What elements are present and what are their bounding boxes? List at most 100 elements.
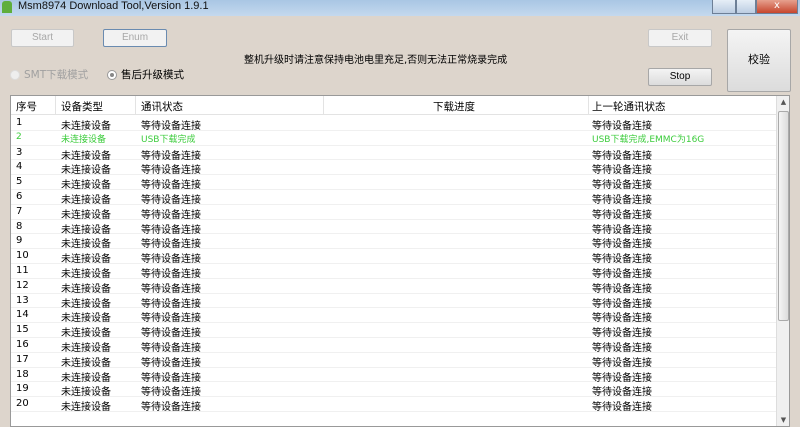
smt-mode-radio[interactable]: SMT下载模式 xyxy=(10,67,88,82)
table-row[interactable]: 18 未连接设备 等待设备连接 等待设备连接 xyxy=(11,368,777,384)
header-device-type[interactable]: 设备类型 xyxy=(61,99,103,114)
cell-last-status: 等待设备连接 xyxy=(592,150,652,162)
cell-comm-status: 等待设备连接 xyxy=(141,269,201,280)
cell-index: 1 xyxy=(16,117,23,128)
table-row[interactable]: 16 未连接设备 等待设备连接 等待设备连接 xyxy=(11,338,777,354)
cell-last-status: 等待设备连接 xyxy=(592,165,652,177)
cell-index: 13 xyxy=(16,294,29,306)
cell-comm-status: 等待设备连接 xyxy=(141,313,201,325)
table-row[interactable]: 17 未连接设备 等待设备连接 等待设备连接 xyxy=(11,353,777,369)
app-icon xyxy=(2,1,12,13)
smt-mode-label: SMT下载模式 xyxy=(24,69,89,81)
radio-selected-icon xyxy=(107,69,117,80)
table-row[interactable]: 15 未连接设备 等待设备连接 等待设备连接 xyxy=(11,323,777,340)
header-index[interactable]: 序号 xyxy=(16,99,37,114)
table-header: 序号 设备类型 通讯状态 下载进度 上一轮通讯状态 xyxy=(11,96,777,115)
header-last-status[interactable]: 上一轮通讯状态 xyxy=(592,99,666,114)
cell-index: 6 xyxy=(16,191,23,202)
table-row[interactable]: 2 未连接设备 USB下载完成 USB下载完成,EMMC为16G xyxy=(11,131,777,146)
table-row[interactable]: 1 未连接设备 等待设备连接 等待设备连接 xyxy=(11,116,777,132)
cell-comm-status: 等待设备连接 xyxy=(141,254,201,266)
cell-last-status: 等待设备连接 xyxy=(592,298,652,310)
table-row[interactable]: 11 未连接设备 等待设备连接 等待设备连接 xyxy=(11,264,777,280)
minimize-button[interactable] xyxy=(712,0,736,14)
cell-device-type: 未连接设备 xyxy=(61,372,111,384)
cell-device-type: 未连接设备 xyxy=(61,165,111,177)
window-title: Msm8974 Download Tool,Version 1.9.1 xyxy=(18,0,209,12)
cell-comm-status: 等待设备连接 xyxy=(141,195,201,206)
table-row[interactable]: 12 未连接设备 等待设备连接 等待设备连接 xyxy=(11,279,777,295)
cell-device-type: 未连接设备 xyxy=(61,298,111,310)
cell-comm-status: 等待设备连接 xyxy=(141,209,201,221)
aftersale-mode-radio[interactable]: 售后升级模式 xyxy=(107,67,184,82)
table-row[interactable]: 14 未连接设备 等待设备连接 等待设备连接 xyxy=(11,308,777,325)
cell-last-status: 等待设备连接 xyxy=(592,357,652,369)
cell-last-status: 等待设备连接 xyxy=(592,209,652,221)
stop-button[interactable]: Stop xyxy=(648,68,712,86)
cell-last-status: 等待设备连接 xyxy=(592,372,652,384)
cell-comm-status: 等待设备连接 xyxy=(141,402,201,414)
cell-comm-status: 等待设备连接 xyxy=(141,150,201,162)
cell-comm-status: 等待设备连接 xyxy=(141,372,201,384)
cell-device-type: 未连接设备 xyxy=(61,121,111,132)
cell-last-status: 等待设备连接 xyxy=(592,121,652,132)
table-row[interactable]: 10 未连接设备 等待设备连接 等待设备连接 xyxy=(11,249,777,266)
cell-index: 9 xyxy=(16,235,23,247)
cell-index: 2 xyxy=(16,131,22,142)
cell-device-type: 未连接设备 xyxy=(61,209,111,221)
cell-device-type: 未连接设备 xyxy=(61,195,111,206)
cell-last-status: 等待设备连接 xyxy=(592,254,652,266)
header-progress[interactable]: 下载进度 xyxy=(433,99,475,114)
cell-index: 20 xyxy=(16,398,29,410)
cell-last-status: 等待设备连接 xyxy=(592,328,652,340)
cell-last-status: 等待设备连接 xyxy=(592,269,652,280)
cell-device-type: 未连接设备 xyxy=(61,150,111,162)
cell-device-type: 未连接设备 xyxy=(61,254,111,266)
device-table: 序号 设备类型 通讯状态 下载进度 上一轮通讯状态 1 未连接设备 等待设备连接 等待… xyxy=(10,95,790,427)
cell-comm-status: 等待设备连接 xyxy=(141,357,201,369)
cell-device-type: 未连接设备 xyxy=(61,283,111,295)
cell-device-type: 未连接设备 xyxy=(61,134,107,145)
table-row[interactable]: 7 未连接设备 等待设备连接 等待设备连接 xyxy=(11,205,777,221)
cell-last-status: 等待设备连接 xyxy=(592,224,652,236)
cell-comm-status: 等待设备连接 xyxy=(141,239,201,251)
start-button[interactable]: Start xyxy=(11,29,74,47)
scroll-thumb[interactable] xyxy=(778,111,789,321)
vertical-scrollbar[interactable]: ▲ ▼ xyxy=(776,96,789,426)
scroll-down-icon[interactable]: ▼ xyxy=(777,416,789,424)
cell-last-status: USB下载完成,EMMC为16G xyxy=(592,134,705,145)
cell-last-status: 等待设备连接 xyxy=(592,343,652,354)
verify-button[interactable]: 校验 xyxy=(727,29,791,92)
table-row[interactable]: 8 未连接设备 等待设备连接 等待设备连接 xyxy=(11,220,777,236)
maximize-button[interactable] xyxy=(736,0,756,14)
table-row[interactable]: 4 未连接设备 等待设备连接 等待设备连接 xyxy=(11,160,777,177)
enum-button[interactable]: Enum xyxy=(103,29,167,47)
cell-device-type: 未连接设备 xyxy=(61,239,111,251)
cell-last-status: 等待设备连接 xyxy=(592,239,652,251)
cell-comm-status: 等待设备连接 xyxy=(141,343,201,354)
table-row[interactable]: 3 未连接设备 等待设备连接 等待设备连接 xyxy=(11,146,777,162)
scroll-up-icon[interactable]: ▲ xyxy=(777,98,789,106)
close-button[interactable]: x xyxy=(756,0,798,14)
cell-index: 17 xyxy=(16,353,29,365)
cell-index: 15 xyxy=(16,324,29,336)
table-row[interactable]: 5 未连接设备 等待设备连接 等待设备连接 xyxy=(11,175,777,192)
cell-index: 3 xyxy=(16,146,23,158)
cell-last-status: 等待设备连接 xyxy=(592,387,652,399)
aftersale-mode-label: 售后升级模式 xyxy=(121,69,184,81)
cell-device-type: 未连接设备 xyxy=(61,313,111,325)
table-row[interactable]: 20 未连接设备 等待设备连接 等待设备连接 xyxy=(11,397,777,414)
header-comm-status[interactable]: 通讯状态 xyxy=(141,99,183,114)
table-row[interactable]: 19 未连接设备 等待设备连接 等待设备连接 xyxy=(11,382,777,399)
cell-comm-status: 等待设备连接 xyxy=(141,224,201,236)
battery-notice: 整机升级时请注意保持电池电里充足,否则无法正常烧录完成 xyxy=(244,55,508,66)
table-row[interactable]: 13 未连接设备 等待设备连接 等待设备连接 xyxy=(11,294,777,310)
exit-button[interactable]: Exit xyxy=(648,29,712,47)
cell-device-type: 未连接设备 xyxy=(61,387,111,399)
cell-comm-status: 等待设备连接 xyxy=(141,180,201,192)
cell-device-type: 未连接设备 xyxy=(61,328,111,340)
table-row[interactable]: 6 未连接设备 等待设备连接 等待设备连接 xyxy=(11,190,777,206)
cell-comm-status: 等待设备连接 xyxy=(141,121,201,132)
table-row[interactable]: 9 未连接设备 等待设备连接 等待设备连接 xyxy=(11,234,777,251)
cell-device-type: 未连接设备 xyxy=(61,180,111,192)
